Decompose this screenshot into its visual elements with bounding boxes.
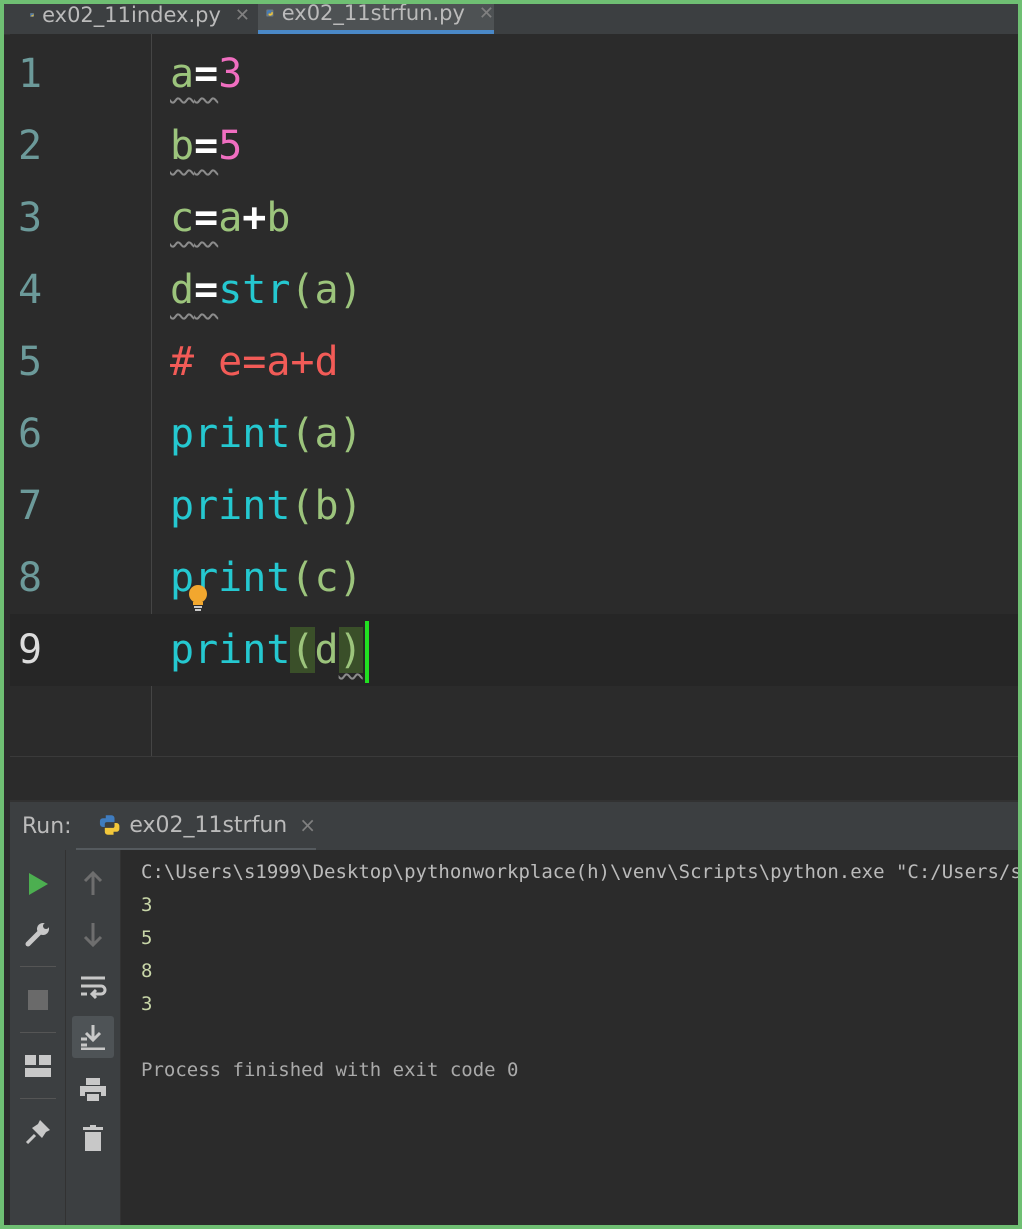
lightbulb-icon[interactable] bbox=[186, 583, 210, 613]
code-text[interactable]: print(d) bbox=[170, 614, 369, 686]
up-arrow-icon[interactable] bbox=[73, 864, 113, 904]
line-number: 5 bbox=[18, 339, 43, 385]
code-text[interactable]: b=5 bbox=[170, 110, 242, 182]
python-file-icon bbox=[266, 9, 274, 17]
code-text[interactable]: d=str(a) bbox=[170, 254, 363, 326]
brace-highlight: ) bbox=[338, 627, 363, 673]
down-arrow-icon[interactable] bbox=[73, 914, 113, 954]
code-line[interactable]: 8 print(c) bbox=[10, 542, 1018, 614]
line-number: 1 bbox=[18, 51, 43, 97]
print-icon[interactable] bbox=[73, 1070, 113, 1110]
code-text[interactable]: a=3 bbox=[170, 38, 242, 110]
soft-wrap-icon[interactable] bbox=[73, 968, 113, 1008]
line-number: 4 bbox=[18, 267, 43, 313]
close-icon[interactable]: ✕ bbox=[235, 5, 250, 26]
code-editor[interactable]: 1 a=3 2 b=5 3 c=a+b 4 d=str(a) 5 # e=a+d… bbox=[10, 34, 1018, 756]
identifier: c= bbox=[170, 195, 219, 241]
text-caret bbox=[364, 621, 369, 683]
code-text[interactable]: print(b) bbox=[170, 470, 363, 542]
line-number: 6 bbox=[18, 411, 43, 457]
trash-icon[interactable] bbox=[73, 1118, 113, 1158]
number-literal: 5 bbox=[218, 123, 243, 169]
run-console-output[interactable]: C:\Users\s1999\Desktop\pythonworkplace(h… bbox=[121, 850, 1018, 1225]
console-command-line: C:\Users\s1999\Desktop\pythonworkplace(h… bbox=[141, 861, 1018, 883]
run-console-toolbar bbox=[66, 850, 121, 1225]
code-line[interactable]: 2 b=5 bbox=[10, 110, 1018, 182]
ide-window: ex02_11index.py ✕ ex02_11strfun.py ✕ 1 a… bbox=[4, 4, 1018, 1225]
run-left-toolbar bbox=[10, 850, 66, 1225]
tab-ex02-11strfun[interactable]: ex02_11strfun.py ✕ bbox=[258, 4, 494, 34]
run-label: Run: bbox=[22, 814, 72, 839]
python-icon bbox=[99, 815, 120, 835]
pin-icon[interactable] bbox=[18, 1112, 58, 1152]
line-number: 3 bbox=[18, 195, 43, 241]
code-line[interactable]: 7 print(b) bbox=[10, 470, 1018, 542]
run-tab[interactable]: ex02_11strfun × bbox=[76, 802, 316, 852]
brace-highlight: ( bbox=[290, 627, 315, 673]
code-line[interactable]: 3 c=a+b bbox=[10, 182, 1018, 254]
code-line-current[interactable]: 9 print(d) bbox=[10, 614, 1018, 686]
console-output-line: 3 bbox=[141, 993, 153, 1015]
builtin-function: str bbox=[218, 267, 291, 313]
console-output-line: 5 bbox=[141, 927, 153, 949]
line-number: 2 bbox=[18, 123, 43, 169]
editor-status-strip bbox=[10, 756, 1018, 801]
line-number: 8 bbox=[18, 555, 43, 601]
console-output-line: 3 bbox=[141, 894, 153, 916]
python-file-icon bbox=[30, 13, 34, 17]
wrench-icon[interactable] bbox=[18, 914, 58, 954]
identifier: a= bbox=[170, 51, 219, 97]
code-line[interactable]: 6 print(a) bbox=[10, 398, 1018, 470]
line-number: 7 bbox=[18, 483, 43, 529]
code-line[interactable]: 1 a=3 bbox=[10, 38, 1018, 110]
console-output-line: 8 bbox=[141, 960, 153, 982]
run-icon[interactable] bbox=[18, 864, 58, 904]
code-text[interactable]: print(a) bbox=[170, 398, 363, 470]
run-tab-label: ex02_11strfun bbox=[129, 812, 288, 838]
identifier: d= bbox=[170, 267, 219, 313]
stop-icon[interactable] bbox=[18, 980, 58, 1020]
comment[interactable]: # e=a+d bbox=[170, 326, 339, 398]
code-line[interactable]: 5 # e=a+d bbox=[10, 326, 1018, 398]
code-line[interactable]: 4 d=str(a) bbox=[10, 254, 1018, 326]
number-literal: 3 bbox=[218, 51, 243, 97]
tab-label: ex02_11strfun.py bbox=[281, 4, 465, 25]
code-text[interactable]: c=a+b bbox=[170, 182, 290, 254]
close-icon[interactable]: ✕ bbox=[479, 4, 494, 24]
tab-label: ex02_11index.py bbox=[42, 4, 221, 27]
tab-ex02-11index[interactable]: ex02_11index.py ✕ bbox=[26, 4, 250, 34]
close-icon[interactable]: × bbox=[299, 813, 316, 837]
line-number: 9 bbox=[18, 627, 43, 673]
console-exit-message: Process finished with exit code 0 bbox=[141, 1059, 519, 1081]
editor-tab-bar: ex02_11index.py ✕ ex02_11strfun.py ✕ bbox=[4, 4, 1018, 35]
identifier: b= bbox=[170, 123, 219, 169]
scroll-to-end-icon[interactable] bbox=[72, 1016, 114, 1058]
layout-icon[interactable] bbox=[18, 1046, 58, 1086]
run-panel-header: Run: ex02_11strfun × bbox=[10, 800, 1018, 852]
